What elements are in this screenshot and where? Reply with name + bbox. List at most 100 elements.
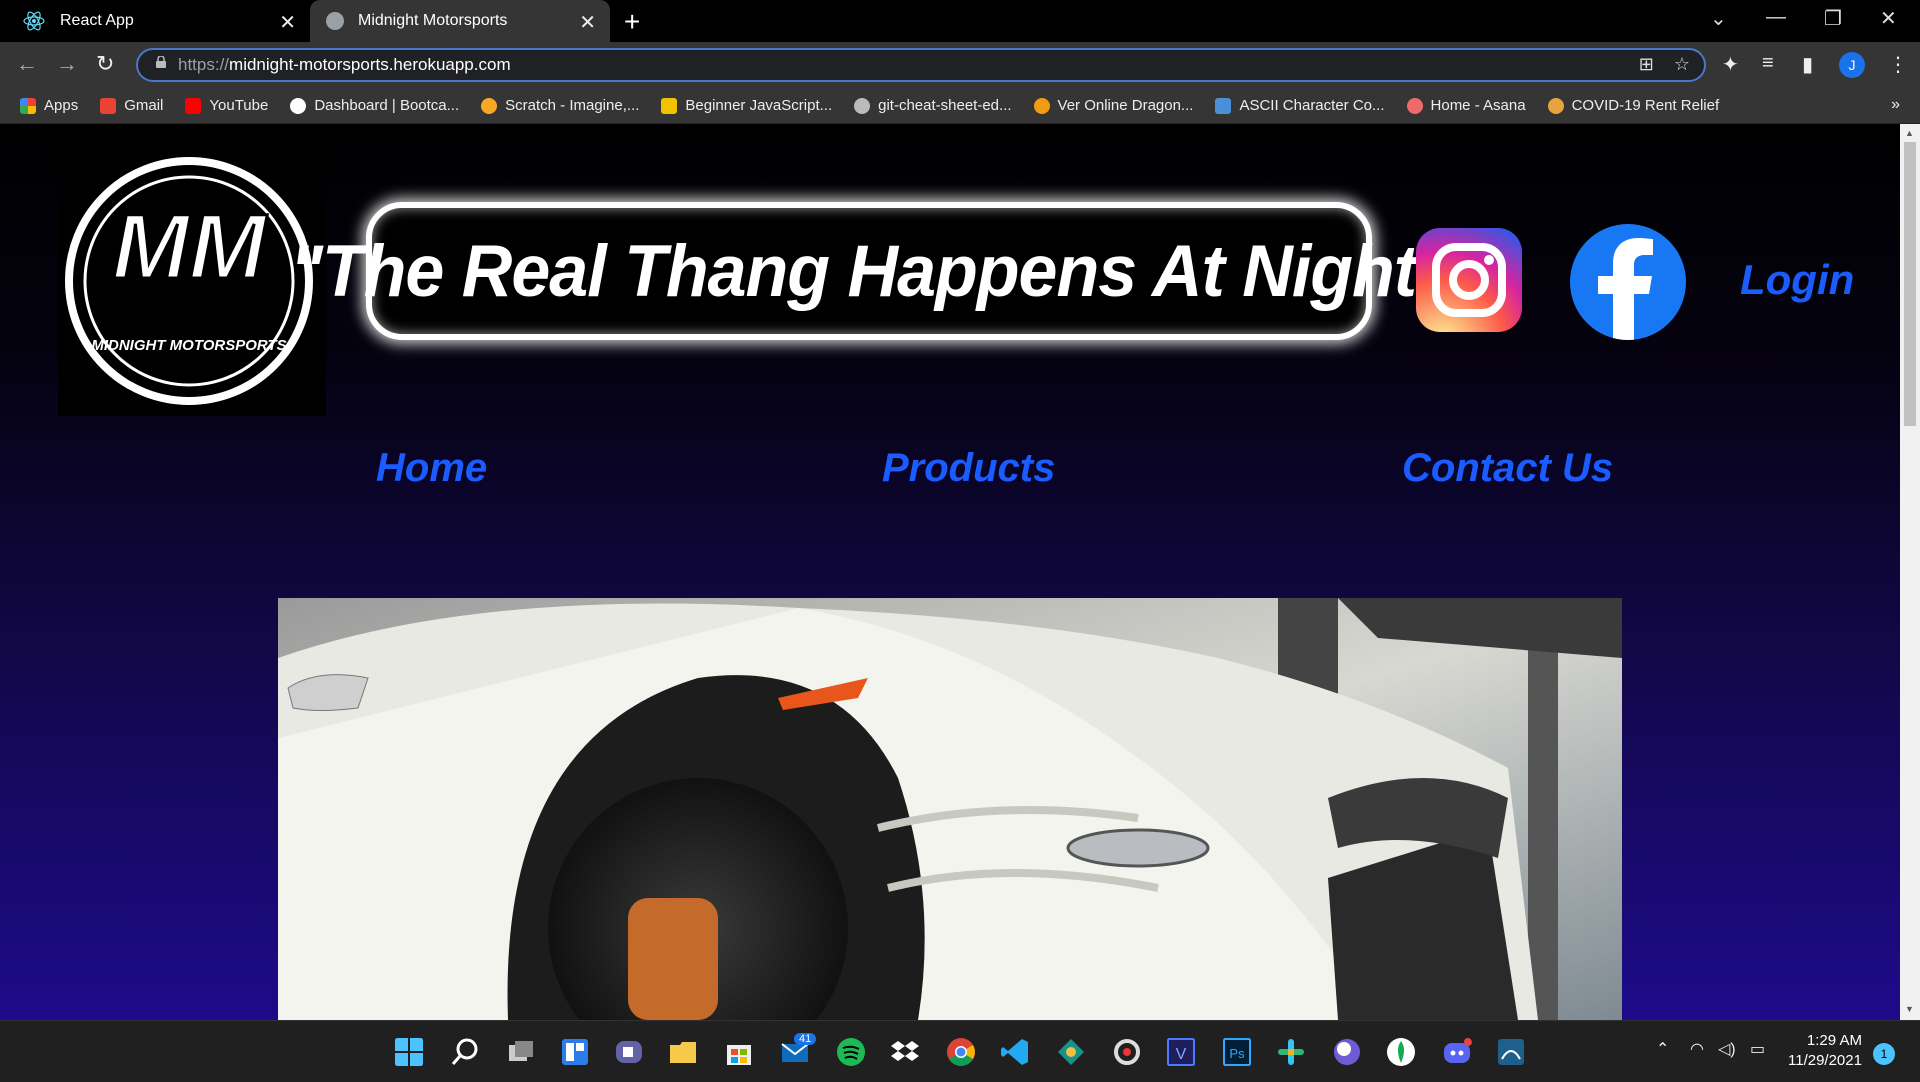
slogan-text: "The Real Thang Happens At Night" (289, 230, 1450, 312)
slack-icon[interactable] (1276, 1037, 1306, 1067)
facebook-icon[interactable] (1570, 224, 1686, 340)
task-view-icon[interactable] (506, 1037, 536, 1067)
scroll-up-icon[interactable]: ▲ (1905, 128, 1914, 138)
minimize-icon[interactable]: — (1766, 6, 1786, 29)
show-hidden-icons[interactable]: ⌃ (1656, 1039, 1669, 1059)
bookmark-label: Apps (44, 97, 79, 114)
bookmark-label: Scratch - Imagine,... (505, 97, 640, 114)
bookmark-youtube[interactable]: YouTube (185, 97, 268, 114)
page-scrollbar[interactable]: ▲ ▼ (1900, 124, 1920, 1020)
web-page: MM MIDNIGHT MOTORSPORTS "The Real Thang … (0, 124, 1900, 1020)
url-text[interactable]: https://midnight-motorsports.herokuapp.c… (178, 55, 511, 75)
bookmark-dragon[interactable]: Ver Online Dragon... (1033, 97, 1194, 114)
clock-time: 1:29 AM (1806, 1032, 1862, 1049)
close-tab-icon[interactable]: ✕ (279, 10, 296, 35)
windows-taskbar: 41 V Ps ⌃ ◠ ◁) ▭ 1:29 AM 11/29/2021 1 (0, 1020, 1920, 1082)
battery-icon[interactable]: ▭ (1750, 1039, 1765, 1059)
url-host: midnight-motorsports.herokuapp.com (229, 55, 511, 74)
nav-contact-us[interactable]: Contact Us (1402, 446, 1613, 491)
dropbox-icon[interactable] (890, 1037, 920, 1067)
volume-icon[interactable]: ◁) (1718, 1039, 1736, 1059)
back-icon[interactable]: ← (16, 51, 38, 77)
sports-car-photo (278, 598, 1622, 1020)
microsoft-store-icon[interactable] (724, 1037, 754, 1067)
lock-icon (156, 56, 166, 68)
bookmark-label: COVID-19 Rent Relief (1571, 97, 1720, 114)
mysql-workbench-icon[interactable] (1496, 1037, 1526, 1067)
bookmark-label: Ver Online Dragon... (1057, 97, 1194, 114)
asana-icon (1406, 97, 1423, 114)
tab-midnight-motorsports[interactable]: Midnight Motorsports ✕ (310, 0, 610, 42)
omnibox-actions: ⊞ ☆ (1639, 54, 1690, 75)
nav-home[interactable]: Home (376, 446, 487, 491)
instagram-icon[interactable] (1416, 228, 1522, 332)
close-tab-icon[interactable]: ✕ (579, 10, 596, 35)
logo-caption: MIDNIGHT MOTORSPORTS (91, 337, 286, 354)
bookmark-covid-rent-relief[interactable]: COVID-19 Rent Relief (1547, 97, 1720, 114)
taskbar-clock[interactable]: 1:29 AM 11/29/2021 (1788, 1031, 1862, 1071)
mongodb-icon[interactable] (1386, 1037, 1416, 1067)
forward-icon[interactable]: → (56, 51, 78, 77)
scrollbar-thumb[interactable] (1904, 142, 1916, 426)
new-tab-button[interactable]: + (624, 6, 640, 38)
address-bar[interactable]: https://midnight-motorsports.herokuapp.c… (136, 48, 1706, 82)
mail-badge: 41 (794, 1033, 817, 1045)
reload-icon[interactable]: ↻ (96, 51, 114, 77)
youtube-icon (185, 97, 202, 114)
tab-search-icon[interactable]: ⌄ (1710, 6, 1727, 31)
scratch-icon (481, 97, 498, 114)
windows-start-icon[interactable] (394, 1037, 424, 1067)
wifi-icon[interactable]: ◠ (1690, 1039, 1704, 1059)
bookmark-label: Beginner JavaScript... (685, 97, 833, 114)
bookmark-gmail[interactable]: Gmail (100, 97, 163, 114)
bookmark-asana[interactable]: Home - Asana (1406, 97, 1526, 114)
bookmark-ascii[interactable]: ASCII Character Co... (1215, 97, 1385, 114)
extensions-icon[interactable]: ✦ (1722, 52, 1739, 77)
notification-badge[interactable]: 1 (1873, 1043, 1895, 1065)
url-scheme: https:// (178, 55, 230, 74)
side-panel-icon[interactable]: ▮ (1802, 52, 1813, 77)
bookmark-label: ASCII Character Co... (1239, 97, 1385, 114)
clock-date: 11/29/2021 (1788, 1052, 1862, 1069)
globe-icon (326, 12, 344, 30)
profile-avatar[interactable]: J (1839, 52, 1865, 78)
discord-icon[interactable] (1442, 1037, 1472, 1067)
bookmark-beginner-javascript[interactable]: Beginner JavaScript... (661, 97, 832, 114)
gitkraken-icon[interactable] (1056, 1037, 1086, 1067)
file-explorer-icon[interactable] (668, 1037, 698, 1067)
apps-grid-icon (20, 97, 36, 114)
tab-react-app[interactable]: React App ✕ (0, 0, 310, 42)
scroll-down-icon[interactable]: ▼ (1905, 1004, 1914, 1014)
ascii-icon (1215, 97, 1232, 114)
bookmark-apps[interactable]: Apps (20, 97, 78, 114)
bookmark-scratch[interactable]: Scratch - Imagine,... (481, 97, 639, 114)
photoshop-icon[interactable]: Ps (1222, 1037, 1252, 1067)
tab-bar: React App ✕ Midnight Motorsports ✕ + ⌄ —… (0, 0, 1920, 42)
more-bookmarks-icon[interactable]: » (1891, 96, 1900, 114)
app-icon[interactable] (1332, 1037, 1362, 1067)
visio-icon[interactable]: V (1166, 1037, 1196, 1067)
close-window-icon[interactable]: ✕ (1880, 6, 1897, 31)
bookmarks-bar: Apps Gmail YouTube Dashboard | Bootca...… (0, 88, 1920, 124)
install-app-icon[interactable]: ⊞ (1639, 54, 1654, 74)
bookmark-dashboard[interactable]: Dashboard | Bootca... (290, 97, 459, 114)
restore-icon[interactable]: ❐ (1824, 6, 1842, 31)
bookmark-label: Dashboard | Bootca... (314, 97, 460, 114)
crown-icon (661, 97, 678, 114)
search-icon[interactable] (450, 1037, 480, 1067)
widgets-icon[interactable] (560, 1037, 590, 1067)
login-link[interactable]: Login (1740, 256, 1854, 304)
site-logo[interactable]: MM MIDNIGHT MOTORSPORTS (58, 150, 326, 416)
bookmark-git-cheat-sheet[interactable]: git-cheat-sheet-ed... (854, 97, 1012, 114)
reading-list-icon[interactable]: ≡ (1762, 52, 1774, 75)
nav-products[interactable]: Products (882, 446, 1055, 491)
vscode-icon[interactable] (1000, 1037, 1030, 1067)
davinci-icon[interactable] (1112, 1037, 1142, 1067)
bookmark-label: Home - Asana (1430, 97, 1526, 114)
slogan-banner: "The Real Thang Happens At Night" (290, 202, 1449, 340)
menu-icon[interactable]: ⋮ (1888, 52, 1908, 77)
teams-chat-icon[interactable] (614, 1037, 644, 1067)
bookmark-star-icon[interactable]: ☆ (1674, 54, 1690, 74)
chrome-icon[interactable] (946, 1037, 976, 1067)
spotify-icon[interactable] (836, 1037, 866, 1067)
